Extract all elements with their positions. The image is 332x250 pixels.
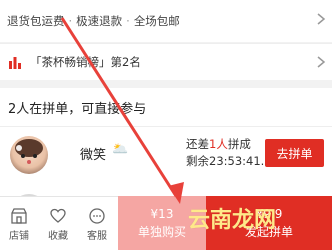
guarantee-item-free-shipping: 全场包邮	[133, 14, 180, 28]
chat-icon	[89, 207, 105, 224]
chevron-right-icon	[317, 13, 326, 25]
need-suffix: 拼成	[227, 137, 251, 151]
need-count: 1人	[209, 137, 228, 151]
service-label: 客服	[87, 230, 107, 242]
countdown-timer: 剩余23:53:41.3	[186, 154, 272, 168]
separator: ·	[68, 14, 73, 28]
avatar	[10, 136, 48, 174]
solo-label: 单独购买	[137, 224, 186, 239]
guarantee-item-fast-refund: 极速退款	[76, 14, 123, 28]
store-label: 店铺	[9, 230, 29, 242]
group-section-title: 2人在拼单，可直接参与	[8, 102, 147, 117]
user-name: 微笑	[80, 148, 107, 163]
chevron-right-icon	[317, 56, 326, 68]
service-nav-item[interactable]: 客服	[78, 197, 116, 250]
guarantee-row[interactable]: 退货包运费 · 极速退款 · 全场包邮	[0, 0, 332, 42]
divider	[0, 126, 332, 127]
heart-icon	[50, 208, 66, 223]
weather-emoji-icon: 🌥️	[112, 142, 129, 157]
favorite-nav-item[interactable]: 收藏	[39, 197, 77, 250]
guarantee-item-return-shipping: 退货包运费	[7, 14, 65, 28]
favorite-label: 收藏	[48, 230, 68, 242]
ranking-row[interactable]: 「茶杯畅销榜」第2名	[0, 43, 332, 80]
need-people-text: 还差1人拼成	[186, 136, 251, 152]
ranking-text: 「茶杯畅销榜」第2名	[30, 55, 141, 69]
ranking-icon	[9, 57, 21, 69]
store-icon	[11, 207, 27, 224]
store-nav-item[interactable]: 店铺	[0, 197, 38, 250]
group-row: 微笑 🌥️ 还差1人拼成 剩余23:53:41.3 去拼单	[0, 128, 332, 180]
need-prefix: 还差	[186, 137, 209, 151]
join-group-button[interactable]: 去拼单	[265, 139, 324, 167]
solo-price: ¥13	[150, 206, 174, 221]
separator: ·	[126, 14, 130, 28]
section-gap	[0, 80, 332, 88]
watermark-logo: 云南龙网	[188, 208, 277, 233]
